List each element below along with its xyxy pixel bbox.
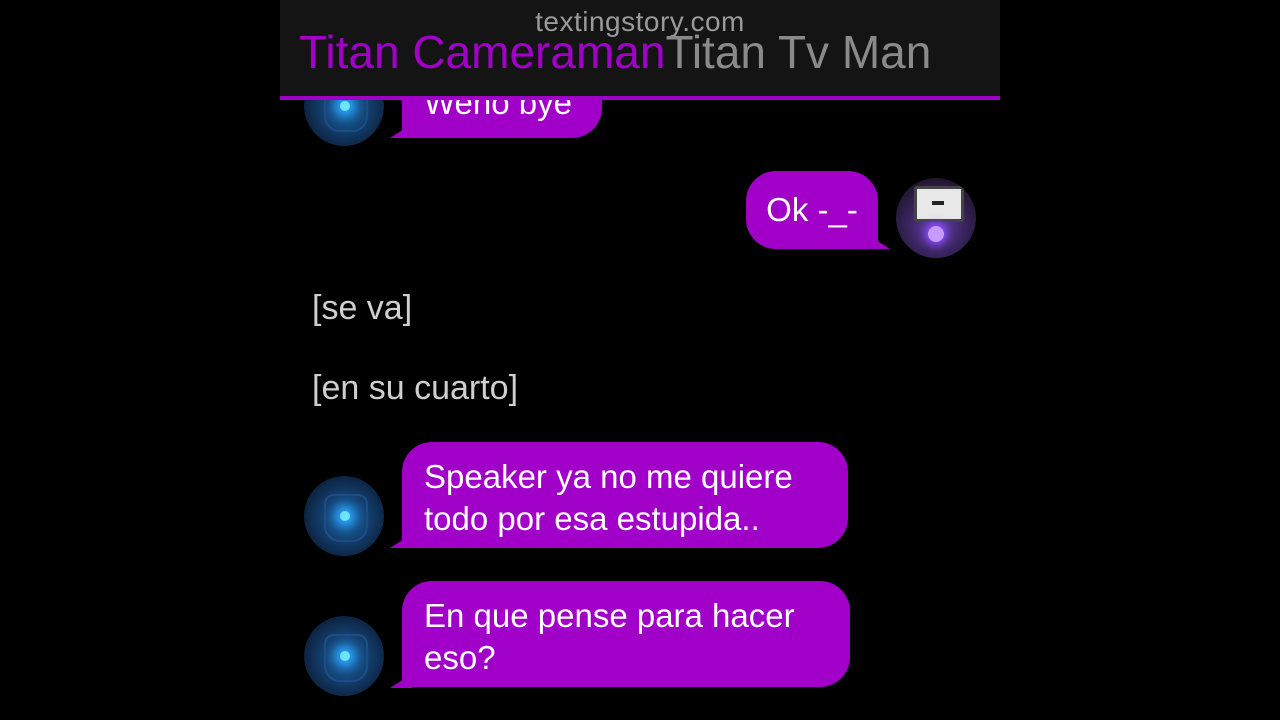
narration-text: [en su cuarto]: [312, 369, 519, 407]
purple-core-icon: [928, 226, 944, 242]
chat-screen: Weno bye Ok -_- [se va] [en su cuarto] S…: [280, 0, 1000, 720]
message-text-line: todo por esa estupida..: [424, 500, 760, 537]
titan-cameraman-avatar[interactable]: [304, 476, 384, 556]
message-bubble-right[interactable]: Ok -_-: [746, 171, 878, 249]
message-list[interactable]: Weno bye Ok -_- [se va] [en su cuarto] S…: [280, 0, 1000, 720]
message-text-line: Speaker ya no me quiere: [424, 458, 793, 495]
message-text: Ok -_-: [766, 191, 858, 228]
message-bubble-left[interactable]: En que pense para hacer eso?: [402, 581, 850, 687]
contact-name-titan-cameraman[interactable]: Titan Cameraman: [299, 26, 665, 78]
blue-core-icon: [340, 511, 350, 521]
narration-text: [se va]: [312, 289, 413, 327]
contact-names: Titan CameramanTitan Tv Man: [299, 26, 931, 78]
blue-core-icon: [340, 101, 350, 111]
bubble-tail: [868, 235, 890, 249]
tv-screen-icon: [914, 186, 964, 222]
titan-cameraman-avatar[interactable]: [304, 616, 384, 696]
titan-tvman-avatar[interactable]: [896, 178, 976, 258]
message-text-line: En que pense para hacer: [424, 597, 795, 634]
blue-core-icon: [340, 651, 350, 661]
chat-header: textingstory.com Titan CameramanTitan Tv…: [280, 0, 1000, 100]
message-bubble-left[interactable]: Speaker ya no me quiere todo por esa est…: [402, 442, 848, 548]
message-text-line: eso?: [424, 639, 496, 676]
contact-name-titan-tvman[interactable]: Titan Tv Man: [665, 26, 931, 78]
